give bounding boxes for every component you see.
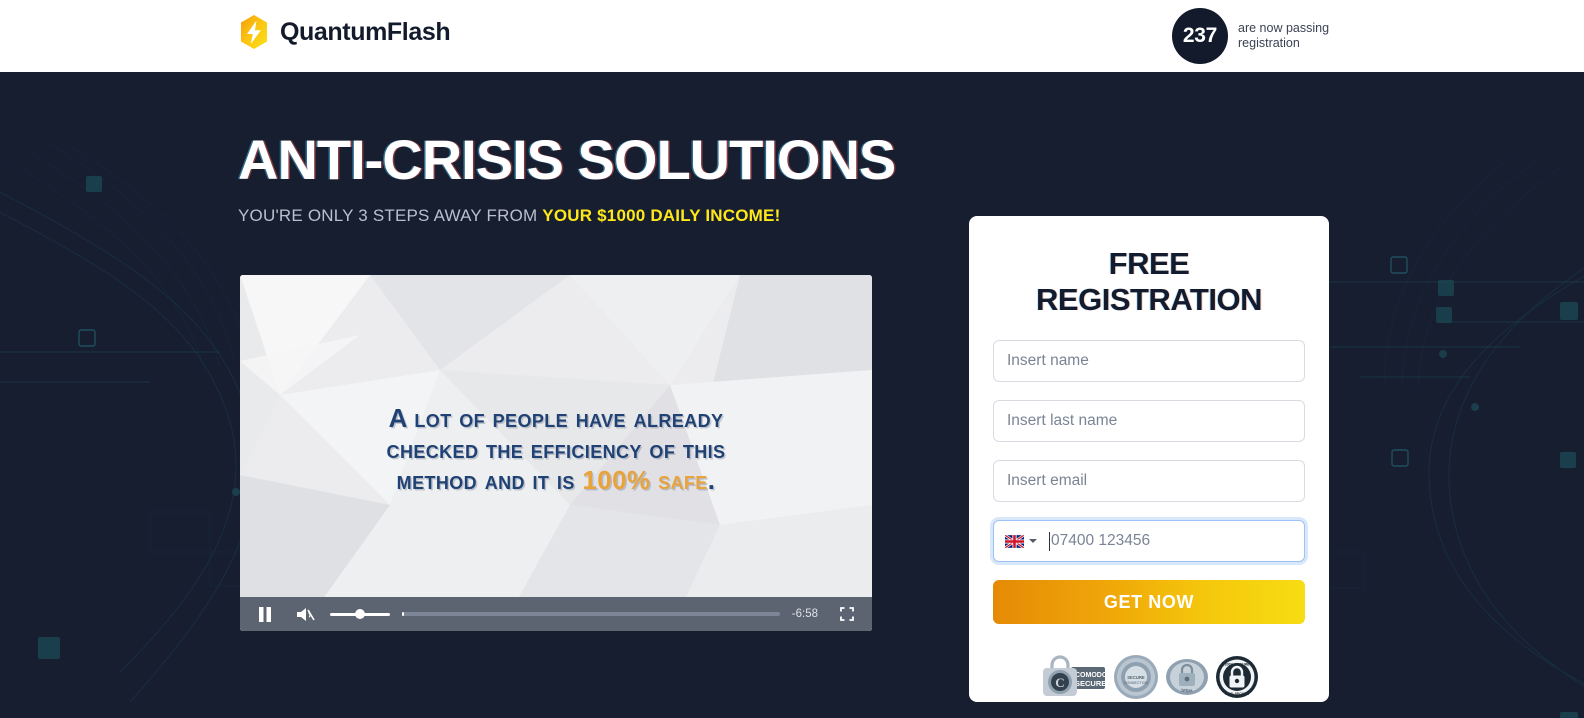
fullscreen-icon	[840, 607, 854, 621]
video-caption-line-3: method and it is 100% safe.	[240, 465, 872, 496]
video-progress-played	[402, 612, 404, 616]
brand-name: QuantumFlash	[280, 17, 451, 46]
video-caption: A lot of people have already checked the…	[240, 403, 872, 496]
svg-text:SECURE: SECURE	[1127, 675, 1145, 680]
svg-text:CONNECTION: CONNECTION	[1124, 681, 1149, 685]
svg-text:100% SECURE: 100% SECURE	[1224, 663, 1250, 667]
counter-value: 237	[1172, 8, 1228, 64]
email-field[interactable]: Insert email	[993, 460, 1305, 502]
hero-headline: ANTI-CRISIS SOLUTIONS	[238, 128, 896, 191]
subhead-highlight-text: YOUR $1000 DAILY INCOME!	[542, 206, 781, 225]
uk-flag-icon	[1005, 534, 1024, 548]
https-secure-badge: https	[1166, 659, 1208, 695]
hero-subheadline: YOU'RE ONLY 3 STEPS AWAY FROM YOUR $1000…	[238, 206, 780, 226]
form-title: FREE REGISTRATION	[1036, 246, 1262, 317]
svg-text:SECURE: SECURE	[1075, 679, 1106, 688]
counter-label: are now passing registration	[1238, 21, 1330, 50]
secure-connection-badge: SECURE CONNECTION	[1114, 655, 1158, 699]
email-placeholder: Insert email	[1007, 472, 1088, 489]
volume-slider[interactable]	[330, 607, 390, 621]
brand-logo[interactable]: QuantumFlash	[238, 14, 451, 50]
last-name-placeholder: Insert last name	[1007, 412, 1118, 429]
svg-text:100% SECURE: 100% SECURE	[1225, 692, 1249, 696]
volume-knob[interactable]	[354, 609, 365, 619]
volume-muted-icon	[296, 607, 315, 621]
site-header: QuantumFlash 237 are now passing registr…	[0, 0, 1584, 72]
caption-line3-prefix: method and it is	[396, 465, 583, 495]
caption-safe-highlight: 100% safe	[582, 465, 708, 495]
first-name-field[interactable]: Insert name	[993, 340, 1305, 382]
subhead-plain-text: YOU'RE ONLY 3 STEPS AWAY FROM	[238, 206, 543, 225]
pause-button[interactable]	[250, 599, 280, 629]
registration-counter: 237 are now passing registration	[1172, 8, 1342, 64]
country-chevron-down-icon[interactable]	[1029, 539, 1037, 543]
lightning-hexagon-icon	[241, 15, 267, 49]
phone-field[interactable]: 07400 123456	[993, 520, 1305, 562]
text-cursor	[1049, 531, 1050, 551]
hero-section: ANTI-CRISIS SOLUTIONS YOU'RE ONLY 3 STEP…	[0, 72, 1584, 718]
registration-card: FREE REGISTRATION Insert name Insert las…	[969, 216, 1329, 702]
get-now-button[interactable]: GET NOW	[993, 580, 1305, 624]
video-caption-line-2: checked the efficiency of this	[386, 434, 726, 464]
fullscreen-button[interactable]	[832, 599, 862, 629]
security-badges: COMODO SECURE C SECURE CONNECTION https …	[993, 653, 1305, 701]
last-name-field[interactable]: Insert last name	[993, 400, 1305, 442]
first-name-placeholder: Insert name	[1007, 352, 1089, 369]
svg-text:C: C	[1055, 675, 1064, 690]
video-player[interactable]: A lot of people have already checked the…	[240, 275, 872, 631]
video-progress-bar[interactable]	[402, 612, 780, 616]
video-caption-line-1: A lot of people have already	[388, 403, 724, 433]
pause-icon	[259, 606, 271, 622]
100-percent-secure-badge: 100% SECURE 100% SECURE	[1216, 656, 1258, 698]
video-controls-bar: -6:58	[240, 597, 872, 631]
video-time-remaining: -6:58	[791, 608, 818, 620]
caption-line3-suffix: .	[707, 465, 716, 495]
phone-placeholder: 07400 123456	[1051, 532, 1151, 549]
svg-text:https: https	[1181, 688, 1193, 693]
mute-button[interactable]	[290, 599, 320, 629]
comodo-secure-badge: COMODO SECURE C	[1043, 655, 1107, 696]
svg-text:COMODO: COMODO	[1075, 672, 1107, 679]
